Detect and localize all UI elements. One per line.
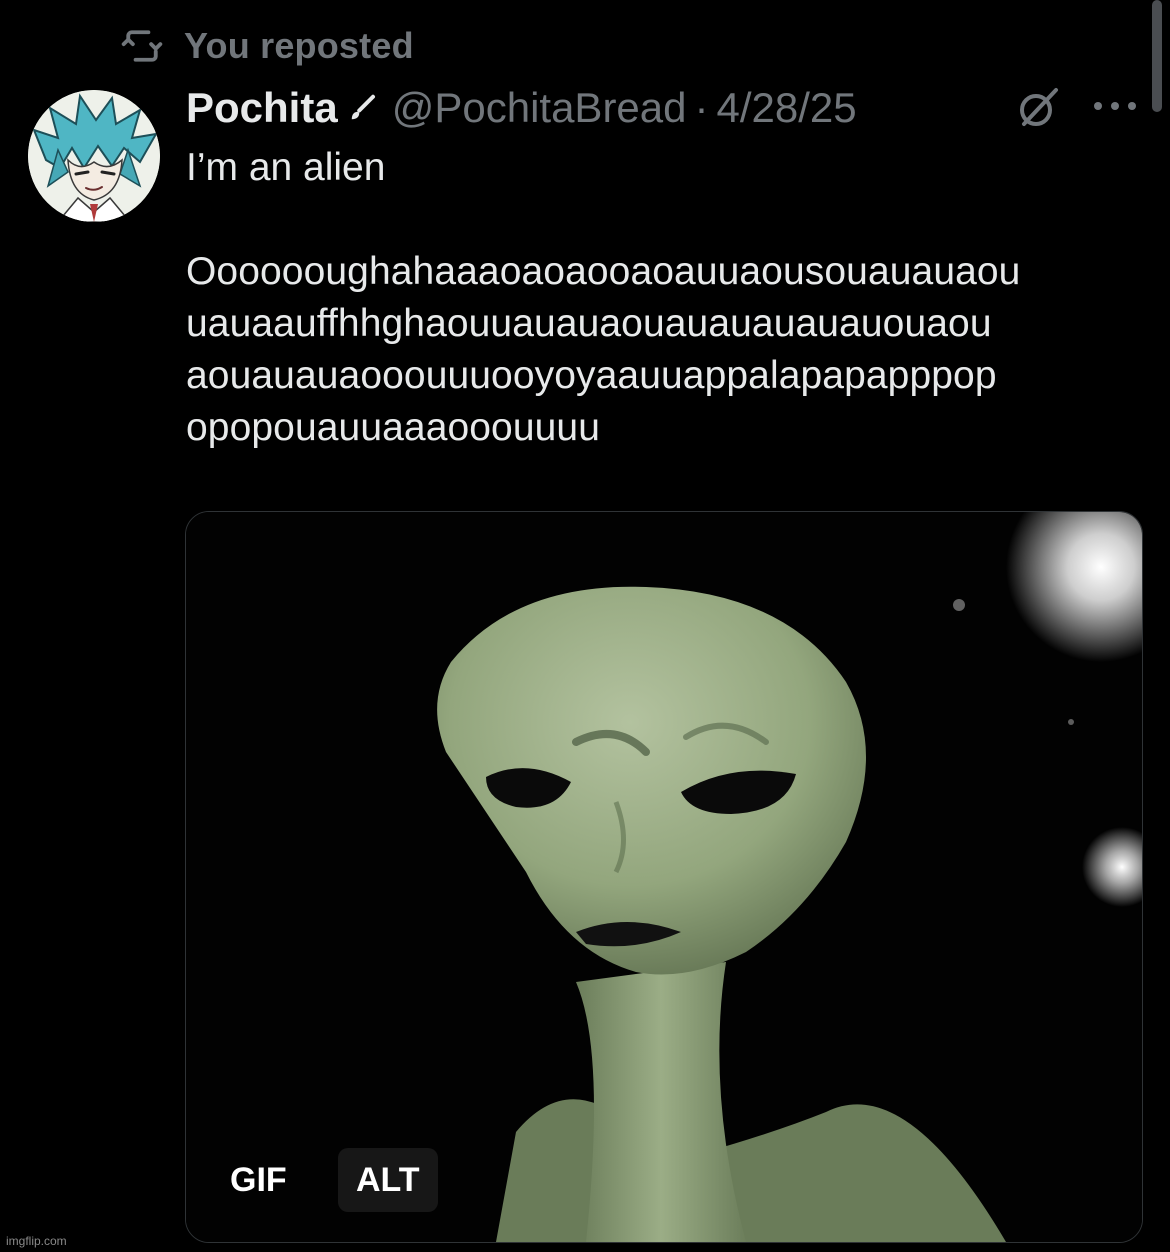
tweet-text-line: aouauauaooouuuooyoyaauuappalapapapppop <box>186 354 997 397</box>
tweet-text-line: I’m an alien <box>186 146 386 189</box>
repost-icon <box>121 30 163 62</box>
repost-label: You reposted <box>184 25 414 66</box>
avatar[interactable] <box>28 90 160 222</box>
tweet-text-line: Ooooooughahaaaoaoaooaoauuaousouauauaou <box>186 250 1021 293</box>
author-display-name[interactable]: Pochita <box>186 84 338 132</box>
tweet-text: I’m an alien Ooooooughahaaaoaoaooaoauuao… <box>186 142 1146 454</box>
repost-indicator: You reposted <box>120 24 414 68</box>
tweet-text-line: uauaauffhhghaouuauauaouauauauauauouaou <box>186 302 992 345</box>
anime-avatar-icon <box>28 90 160 222</box>
scrollbar[interactable] <box>1152 0 1162 112</box>
watermark: imgflip.com <box>6 1234 67 1248</box>
header-separator: · <box>694 84 709 131</box>
tweet-header: Pochita @PochitaBread · 4/28/25 <box>186 80 857 136</box>
pencil-icon <box>351 94 375 120</box>
gif-badge: GIF <box>230 1161 287 1199</box>
more-options-icon[interactable] <box>1092 94 1138 118</box>
tweet-text-line: opopouauuaaaooouuuu <box>186 406 601 449</box>
alien-image <box>186 512 1142 1242</box>
tweet-media-gif[interactable] <box>185 511 1143 1243</box>
tweet-date[interactable]: 4/28/25 <box>717 84 857 132</box>
author-handle[interactable]: @PochitaBread <box>392 84 687 132</box>
grok-icon[interactable] <box>1014 84 1062 132</box>
alt-text-button[interactable]: ALT <box>338 1148 438 1212</box>
